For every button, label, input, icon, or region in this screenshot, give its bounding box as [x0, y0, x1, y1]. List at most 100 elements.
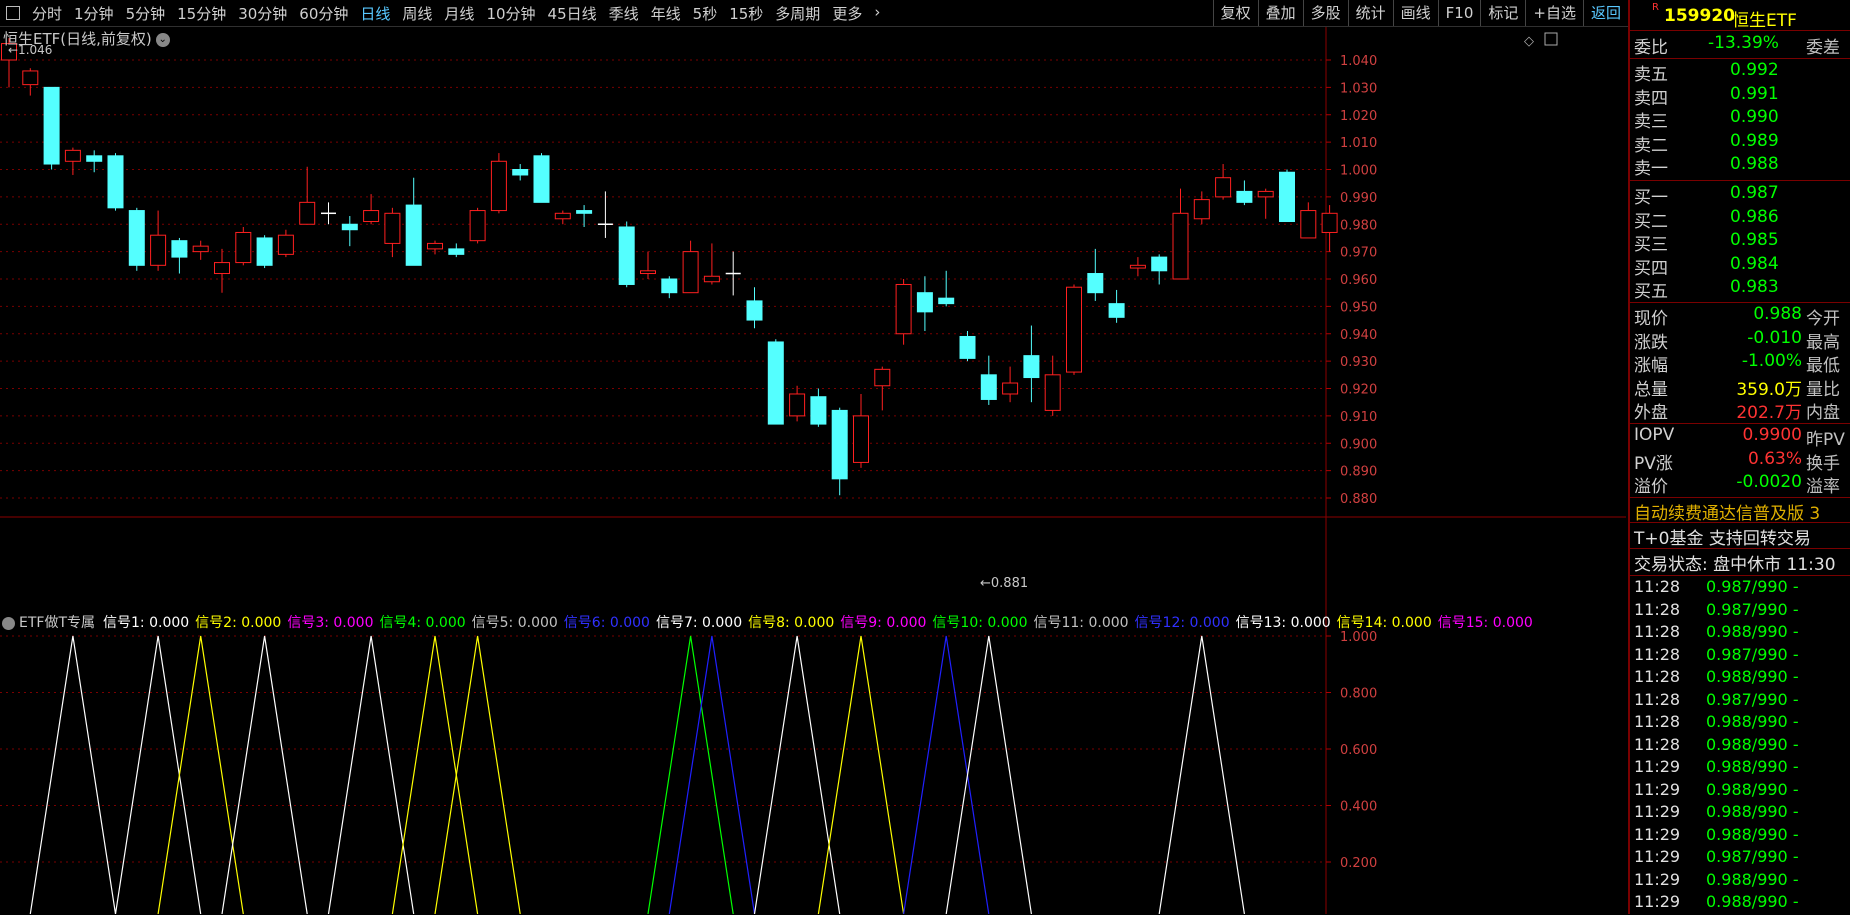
candle-body [512, 169, 529, 176]
iopv-label-2: 昨PV [1806, 430, 1845, 450]
candle-body [938, 297, 955, 305]
ad-text[interactable]: 自动续费通达信普及版 3 [1634, 499, 1820, 524]
ask-row[interactable]: 卖一 0.988 [1630, 154, 1850, 179]
period-tab[interactable]: 5秒 [687, 3, 724, 24]
signal-spike [29, 635, 117, 914]
bid-row[interactable]: 买五 0.983 [1630, 277, 1850, 302]
ask-row[interactable]: 卖二 0.989 [1630, 131, 1850, 156]
period-tabs: 分时 1分钟 5分钟 15分钟 30分钟 60分钟 日线 周线 月线 10分钟 45日线 季线 年线 5秒… [26, 3, 886, 24]
kline-chart[interactable]: 1.040 1.030 1.020 1.010 1.000 0.990 0.980 0.970… [0, 27, 1626, 914]
candle-body [448, 248, 465, 255]
toolbar-button[interactable]: 复权 [1212, 0, 1258, 26]
y-tick-label: 0.960 [1340, 273, 1377, 288]
indicator-title-bar: ETF做T专属 信号1: 0.000 信号2: 0.000 信号3: 0.000 信号4… [2, 612, 1539, 632]
signal-label: 信号6: 0.000 [563, 615, 650, 631]
iopv-value: 0.9900 [1742, 425, 1802, 445]
tick-row: 11:28 0.988/990 - [1630, 622, 1850, 645]
y-tick-label: 0.920 [1340, 383, 1377, 398]
signal-label: 信号4: 0.000 [379, 615, 466, 631]
indicator-tick-label: 0.800 [1340, 687, 1377, 702]
bid-price: 0.984 [1730, 253, 1779, 274]
window-menu-icon[interactable] [6, 6, 20, 20]
signal-label: 信号7: 0.000 [655, 615, 743, 631]
tick-price: 0.988/990 - [1706, 734, 1799, 754]
bid-label: 买一 [1634, 188, 1668, 208]
period-tab[interactable]: 月线 [438, 3, 480, 24]
period-tab[interactable]: 日线 [354, 3, 396, 24]
period-tab[interactable]: 45日线 [542, 3, 603, 24]
period-tab[interactable]: 更多 [826, 3, 868, 24]
candle-body [1129, 264, 1146, 269]
toolbar-button[interactable]: 返回 [1582, 0, 1628, 26]
period-tab[interactable]: 周线 [396, 3, 438, 24]
period-tab[interactable]: 1分钟 [68, 3, 120, 24]
iopv-row: IOPV 0.9900 昨PV [1630, 425, 1850, 450]
ask-row[interactable]: 卖五 0.992 [1630, 60, 1850, 85]
candle-body [192, 245, 209, 253]
candle-body [661, 278, 678, 294]
candle-body [490, 160, 507, 212]
toolbar-button[interactable]: 画线 [1392, 0, 1438, 26]
iopv-label: 溢价 [1634, 477, 1668, 498]
period-tab[interactable]: 15秒 [723, 3, 769, 24]
period-tab[interactable]: 30分钟 [232, 3, 293, 24]
expand-icon[interactable] [1544, 32, 1558, 46]
chevron-down-icon[interactable] [2, 616, 15, 630]
toolbar-button[interactable]: F10 [1437, 0, 1481, 26]
signal-spike [157, 635, 244, 914]
signal-spike [753, 635, 841, 914]
period-tab[interactable]: 10分钟 [480, 3, 541, 24]
tick-time: 11:28 [1634, 622, 1681, 641]
period-tab[interactable]: 15分钟 [171, 3, 232, 24]
period-tab[interactable]: 多周期 [769, 3, 826, 24]
divider [1630, 522, 1850, 523]
trade-status: 交易状态: 盘中休市 11:30 [1634, 555, 1836, 575]
candle-body [150, 234, 167, 266]
chevron-down-icon[interactable]: ⌄ [155, 32, 170, 47]
candle-body [299, 201, 316, 225]
candle-body [916, 292, 933, 313]
tick-row: 11:29 0.988/990 - [1630, 780, 1850, 803]
period-tab[interactable]: 60分钟 [293, 3, 354, 24]
y-tick-label: 0.990 [1340, 191, 1377, 206]
tick-row: 11:28 0.988/990 - [1630, 667, 1850, 690]
period-tab[interactable]: 分时 [26, 3, 68, 24]
y-tick-label: 0.930 [1340, 355, 1377, 370]
bid-price: 0.983 [1730, 277, 1779, 298]
indicator-tick-label: 0.600 [1340, 743, 1377, 758]
bid-row[interactable]: 买三 0.985 [1630, 230, 1850, 255]
ask-row[interactable]: 卖三 0.990 [1630, 107, 1850, 132]
tick-time: 11:29 [1634, 802, 1681, 821]
bid-row[interactable]: 买二 0.986 [1630, 207, 1850, 232]
toolbar-button[interactable]: +自选 [1525, 0, 1583, 26]
diamond-icon[interactable]: ◇ [1524, 34, 1534, 49]
toolbar-button[interactable]: 多股 [1302, 0, 1348, 26]
stat-row: 涨跌 -0.010 最高 [1630, 328, 1850, 353]
toolbar-button[interactable]: 统计 [1347, 0, 1393, 26]
signal-label: 信号10: 0.000 [932, 615, 1028, 631]
toolbar-button[interactable]: 标记 [1480, 0, 1525, 26]
bid-row[interactable]: 买一 0.987 [1630, 183, 1850, 208]
candle-body [640, 270, 656, 275]
tick-row: 11:29 0.987/990 - [1630, 847, 1850, 870]
weicha-label: 委差 [1806, 38, 1840, 58]
period-tab[interactable]: 季线 [603, 3, 645, 24]
bid-row[interactable]: 买四 0.984 [1630, 253, 1850, 279]
period-tab[interactable]: 年线 [645, 3, 687, 24]
signal-spike [221, 635, 308, 914]
ad-row[interactable]: 自动续费通达信普及版 3 [1630, 499, 1850, 524]
candle-body [853, 415, 869, 463]
chevron-right-icon[interactable]: › [868, 3, 886, 24]
tick-row: 11:28 0.987/990 - [1630, 600, 1850, 623]
signal-label: 信号8: 0.000 [748, 615, 835, 631]
tick-price: 0.987/990 - [1706, 577, 1799, 596]
ask-row[interactable]: 卖四 0.991 [1630, 84, 1850, 109]
signal-spike [1158, 635, 1245, 914]
tick-time: 11:28 [1634, 599, 1681, 619]
toolbar-button[interactable]: 叠加 [1257, 0, 1303, 26]
period-tab[interactable]: 5分钟 [120, 3, 172, 24]
iopv-label-2: 溢率 [1806, 477, 1840, 498]
weibi-value: -13.39% [1708, 33, 1779, 53]
stock-code: 159920 [1664, 6, 1735, 26]
y-tick-label: 0.980 [1340, 218, 1377, 233]
